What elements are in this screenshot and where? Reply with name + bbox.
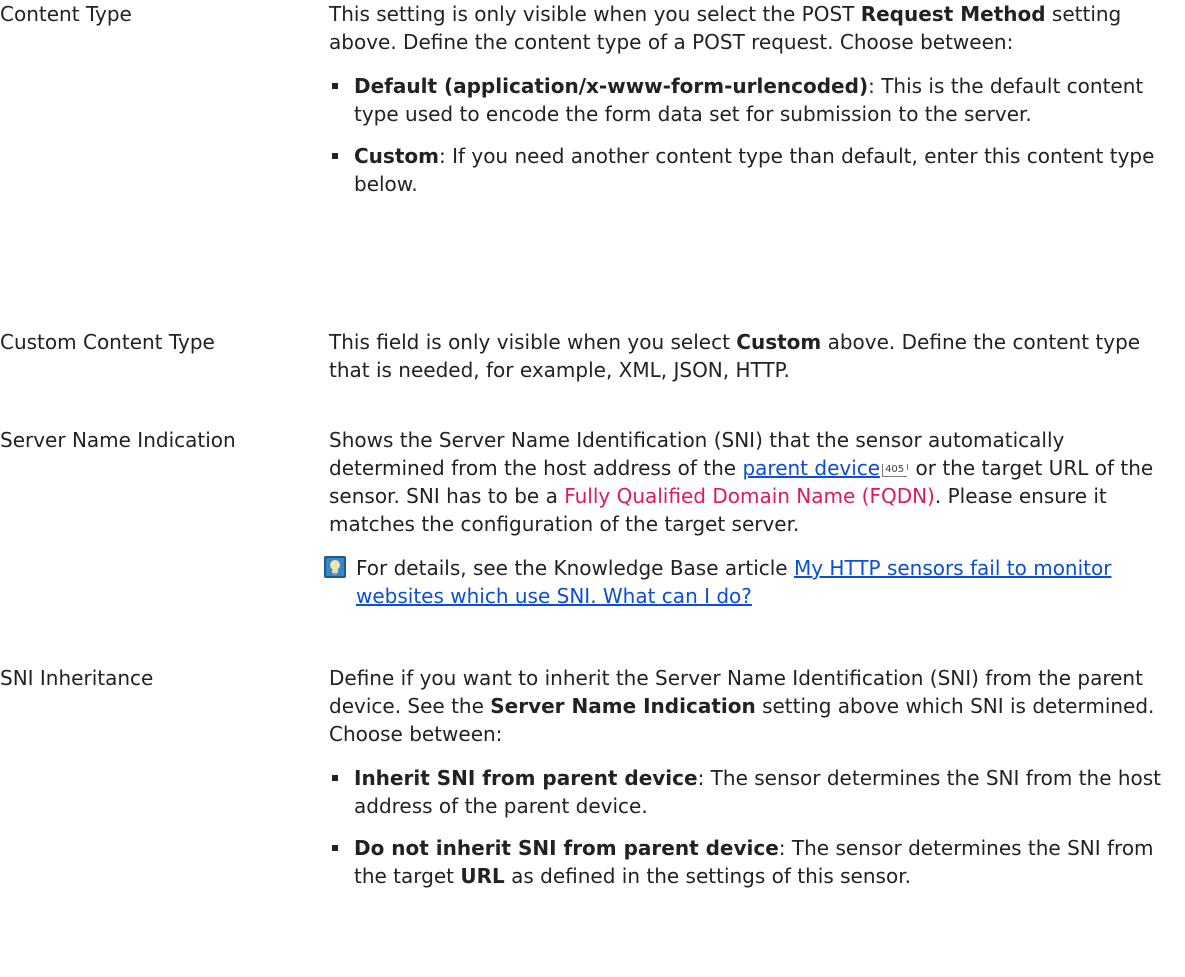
setting-label: Server Name Indication xyxy=(0,428,236,452)
bold-term: Request Method xyxy=(860,2,1046,26)
list-item: Default (application/x-www-form-urlencod… xyxy=(329,72,1174,128)
knowledge-base-note: For details, see the Knowledge Base arti… xyxy=(324,554,1174,610)
description-text: This field is only visible when you sele… xyxy=(329,328,1174,384)
description-text: Shows the Server Name Identification (SN… xyxy=(329,426,1174,538)
bullet-icon xyxy=(332,775,338,781)
setting-description: This setting is only visible when you se… xyxy=(329,0,1174,198)
setting-description: Shows the Server Name Identification (SN… xyxy=(324,426,1174,610)
bold-term: Server Name Indication xyxy=(490,694,756,718)
text-span: This field is only visible when you sele… xyxy=(329,330,737,354)
setting-label: Content Type xyxy=(0,2,132,26)
option-list: Default (application/x-www-form-urlencod… xyxy=(329,72,1174,198)
bullet-icon xyxy=(332,845,338,851)
setting-description: This field is only visible when you sele… xyxy=(329,328,1174,384)
text-span: This setting is only visible when you se… xyxy=(329,2,861,26)
list-item: Inherit SNI from parent device: The sens… xyxy=(329,764,1174,820)
setting-label: Custom Content Type xyxy=(0,330,215,354)
description-text: Define if you want to inherit the Server… xyxy=(329,664,1174,748)
option-term: Do not inherit SNI from parent device xyxy=(354,836,779,860)
text-span: For details, see the Knowledge Base arti… xyxy=(356,556,794,580)
description-text: This setting is only visible when you se… xyxy=(329,0,1174,56)
option-text: : If you need another content type than … xyxy=(354,144,1155,196)
bullet-icon xyxy=(332,153,338,159)
setting-label: SNI Inheritance xyxy=(0,666,154,690)
bold-term: Custom xyxy=(736,330,822,354)
page-reference[interactable]: 405 xyxy=(882,464,909,477)
option-term: Custom xyxy=(354,144,439,168)
option-term: Default (application/x-www-form-urlencod… xyxy=(354,74,869,98)
option-text: as defined in the settings of this senso… xyxy=(504,864,911,888)
parent-device-link[interactable]: parent device xyxy=(742,456,880,480)
setting-description: Define if you want to inherit the Server… xyxy=(329,664,1174,890)
list-item: Do not inherit SNI from parent device: T… xyxy=(329,834,1174,890)
option-list: Inherit SNI from parent device: The sens… xyxy=(329,764,1174,890)
list-item: Custom: If you need another content type… xyxy=(329,142,1174,198)
bold-term: URL xyxy=(460,864,505,888)
glossary-term[interactable]: Fully Qualified Domain Name (FQDN) xyxy=(564,484,935,508)
option-term: Inherit SNI from parent device xyxy=(354,766,698,790)
knowledge-base-icon xyxy=(324,556,346,578)
bullet-icon xyxy=(332,83,338,89)
